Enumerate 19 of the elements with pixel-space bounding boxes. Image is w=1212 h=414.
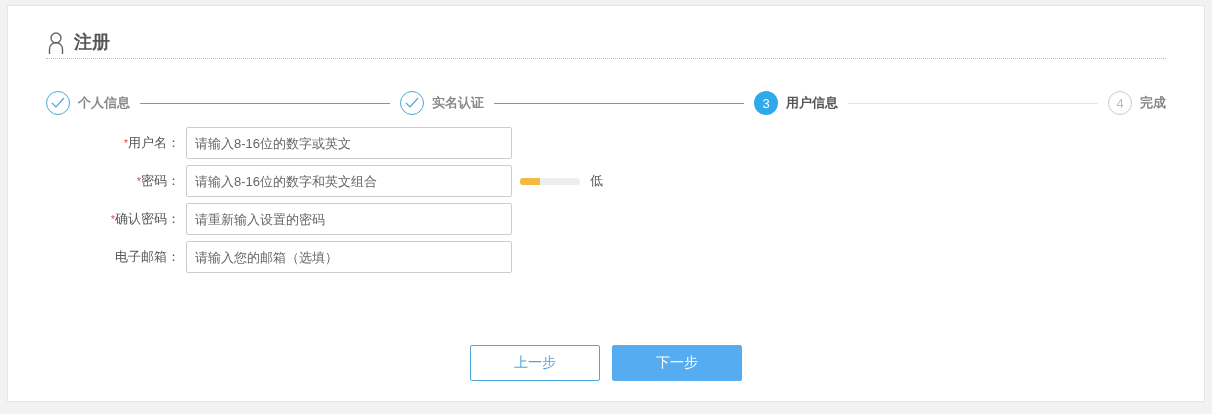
next-button[interactable]: 下一步	[612, 345, 742, 381]
user-icon	[48, 32, 64, 54]
strength-reading: 低	[590, 172, 603, 190]
strength-meter	[520, 177, 580, 185]
step-number: 3	[754, 91, 778, 115]
field-label: *确认密码：	[109, 210, 181, 228]
field-label: *用户名：	[122, 134, 181, 152]
field-label: 电子邮箱：	[114, 248, 181, 266]
page-title: 注册	[74, 31, 110, 54]
step-label: 个人信息	[78, 94, 130, 112]
input-field[interactable]: 请输入8-16位的数字或英文	[186, 127, 512, 159]
input-field[interactable]: 请输入您的邮箱（选填）	[186, 241, 512, 273]
input-field[interactable]: 请重新输入设置的密码	[186, 203, 512, 235]
step-label: 用户信息	[786, 94, 838, 112]
step-label: 完成	[1140, 94, 1166, 112]
step-label: 实名认证	[432, 94, 484, 112]
input-field[interactable]: 请输入8-16位的数字和英文组合	[186, 165, 512, 197]
back-button[interactable]: 上一步	[470, 345, 600, 381]
field-label: *密码：	[135, 172, 181, 190]
